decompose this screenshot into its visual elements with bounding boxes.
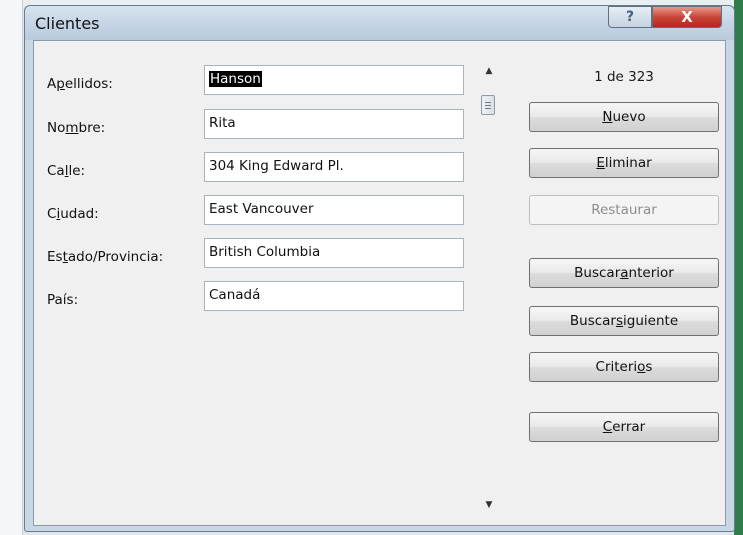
scroll-down-button[interactable]: ▼ — [477, 495, 501, 515]
cerrar-button[interactable]: Cerrar — [529, 412, 719, 442]
nombre-field[interactable]: Rita — [204, 109, 464, 139]
scroll-thumb[interactable] — [481, 95, 495, 115]
grip-line-icon — [485, 101, 491, 103]
estado-provincia-field[interactable]: British Columbia — [204, 238, 464, 268]
criterios-button[interactable]: Criteri o s — [529, 352, 719, 382]
label-pais: País: — [47, 292, 79, 308]
title-bar[interactable]: Clientes ? X — [25, 6, 734, 40]
dialog-content: Apellidos: Hanson Nombre: Rita Calle: 30… — [33, 40, 726, 526]
background-sheet — [0, 0, 23, 535]
grip-line-icon — [485, 107, 491, 109]
label-calle: Calle: — [47, 163, 86, 179]
calle-field[interactable]: 304 King Edward Pl. — [204, 152, 464, 182]
dialog-title: Clientes — [35, 14, 100, 33]
buscar-anterior-button[interactable]: Buscar a nterior — [529, 258, 719, 288]
record-counter: 1 de 323 — [594, 69, 654, 85]
close-icon: X — [681, 8, 693, 26]
grip-line-icon — [485, 104, 491, 106]
restaurar-button[interactable]: Restaurar — [529, 195, 719, 225]
label-ciudad: Ciudad: — [47, 206, 99, 222]
buscar-siguiente-button[interactable]: Buscar s iguiente — [529, 306, 719, 336]
arrow-up-icon: ▲ — [485, 66, 493, 76]
help-button[interactable]: ? — [608, 6, 652, 28]
arrow-down-icon: ▼ — [485, 500, 493, 510]
eliminar-button[interactable]: Eliminar — [529, 148, 719, 178]
close-window-button[interactable]: X — [652, 6, 722, 28]
background-edge — [734, 0, 743, 535]
apellidos-field[interactable]: Hanson — [204, 65, 464, 95]
label-nombre: Nombre: — [47, 120, 106, 136]
label-estado-provincia: Estado/Provincia: — [47, 249, 164, 265]
ciudad-field[interactable]: East Vancouver — [204, 195, 464, 225]
label-apellidos: Apellidos: — [47, 76, 113, 92]
nuevo-button[interactable]: Nuevo — [529, 102, 719, 132]
record-scrollbar[interactable]: ▲ ▼ — [477, 55, 501, 517]
clientes-dialog: Clientes ? X Apellidos: Hanson Nombre: R… — [24, 5, 735, 532]
pais-field[interactable]: Canadá — [204, 281, 464, 311]
help-icon: ? — [625, 9, 635, 25]
scroll-up-button[interactable]: ▲ — [477, 61, 501, 81]
